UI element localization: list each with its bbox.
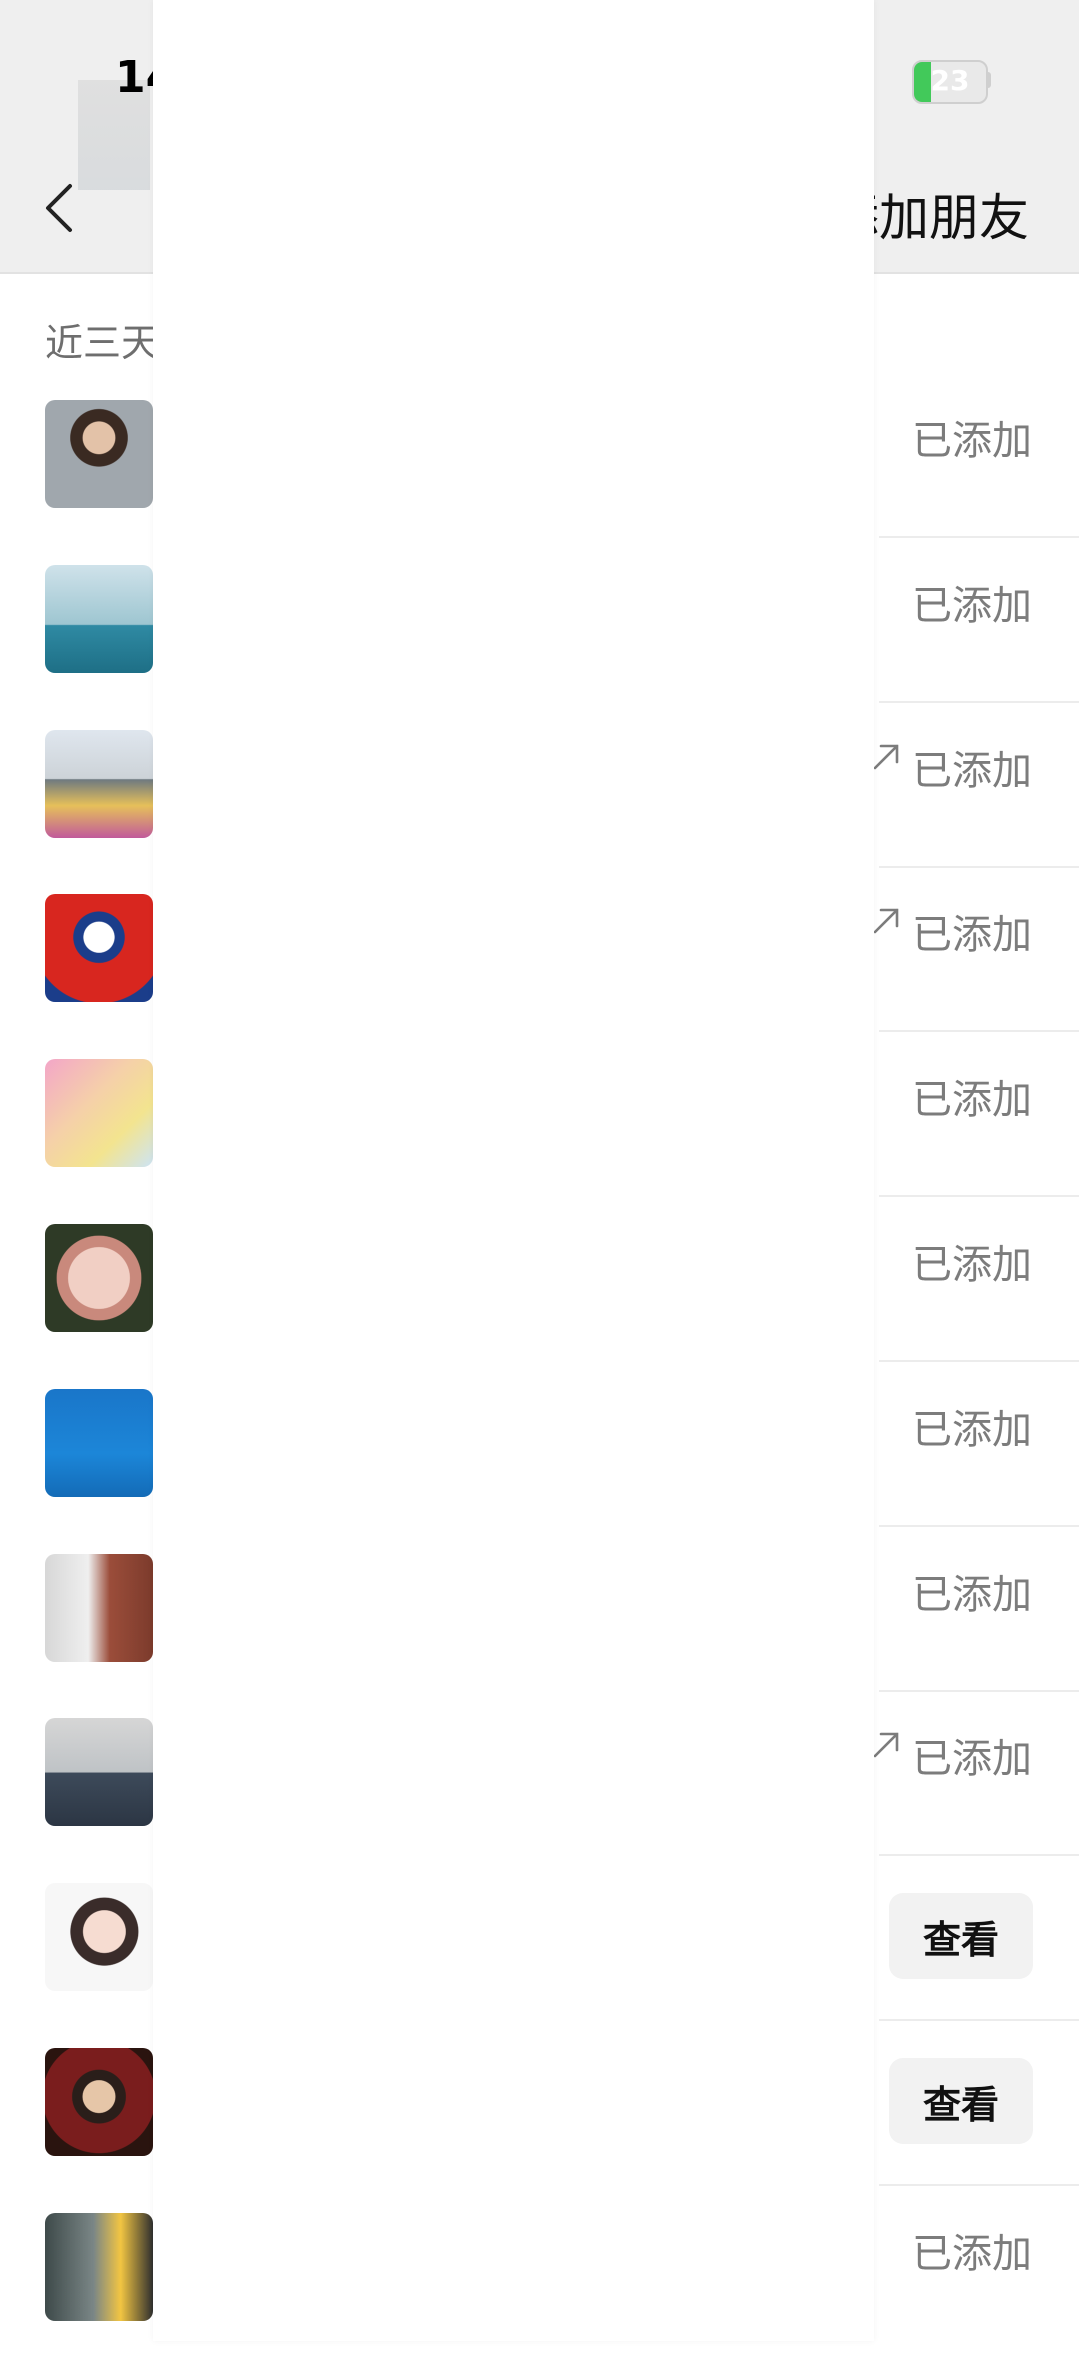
added-status: 已添加 bbox=[912, 418, 1032, 464]
outgoing-arrow-icon bbox=[873, 908, 899, 934]
added-status: 已添加 bbox=[912, 1572, 1032, 1618]
row-divider bbox=[879, 2184, 1079, 2186]
added-status: 已添加 bbox=[912, 1407, 1032, 1453]
redaction-overlay bbox=[153, 0, 874, 2341]
battery-icon: 23 bbox=[912, 60, 988, 104]
row-divider bbox=[879, 1195, 1079, 1197]
row-divider bbox=[879, 536, 1079, 538]
added-status: 已添加 bbox=[912, 1242, 1032, 1288]
added-status: 已添加 bbox=[912, 748, 1032, 794]
added-status: 已添加 bbox=[912, 1736, 1032, 1782]
view-button[interactable]: 查看 bbox=[889, 2058, 1033, 2144]
avatar[interactable] bbox=[45, 400, 153, 508]
avatar[interactable] bbox=[45, 565, 153, 673]
row-divider bbox=[879, 701, 1079, 703]
added-status: 已添加 bbox=[912, 1077, 1032, 1123]
avatar[interactable] bbox=[45, 2213, 153, 2321]
row-divider bbox=[879, 2019, 1079, 2021]
avatar[interactable] bbox=[45, 1554, 153, 1662]
avatar[interactable] bbox=[45, 1224, 153, 1332]
added-status: 已添加 bbox=[912, 2231, 1032, 2277]
outgoing-arrow-icon bbox=[873, 744, 899, 770]
view-button[interactable]: 查看 bbox=[889, 1893, 1033, 1979]
row-divider bbox=[879, 1030, 1079, 1032]
battery-percent: 23 bbox=[930, 64, 970, 97]
added-status: 已添加 bbox=[912, 912, 1032, 958]
avatar[interactable] bbox=[45, 2048, 153, 2156]
back-arrow-icon[interactable] bbox=[40, 180, 80, 236]
added-status: 已添加 bbox=[912, 583, 1032, 629]
avatar[interactable] bbox=[45, 1389, 153, 1497]
avatar[interactable] bbox=[45, 894, 153, 1002]
avatar[interactable] bbox=[45, 1718, 153, 1826]
avatar[interactable] bbox=[45, 730, 153, 838]
row-divider bbox=[879, 1854, 1079, 1856]
avatar[interactable] bbox=[45, 1059, 153, 1167]
row-divider bbox=[879, 1525, 1079, 1527]
avatar[interactable] bbox=[45, 1883, 153, 1991]
battery-tip bbox=[986, 72, 991, 88]
section-label-recent: 近三天 bbox=[45, 321, 160, 365]
row-divider bbox=[879, 866, 1079, 868]
row-divider bbox=[879, 1360, 1079, 1362]
outgoing-arrow-icon bbox=[873, 1732, 899, 1758]
row-divider bbox=[879, 1690, 1079, 1692]
